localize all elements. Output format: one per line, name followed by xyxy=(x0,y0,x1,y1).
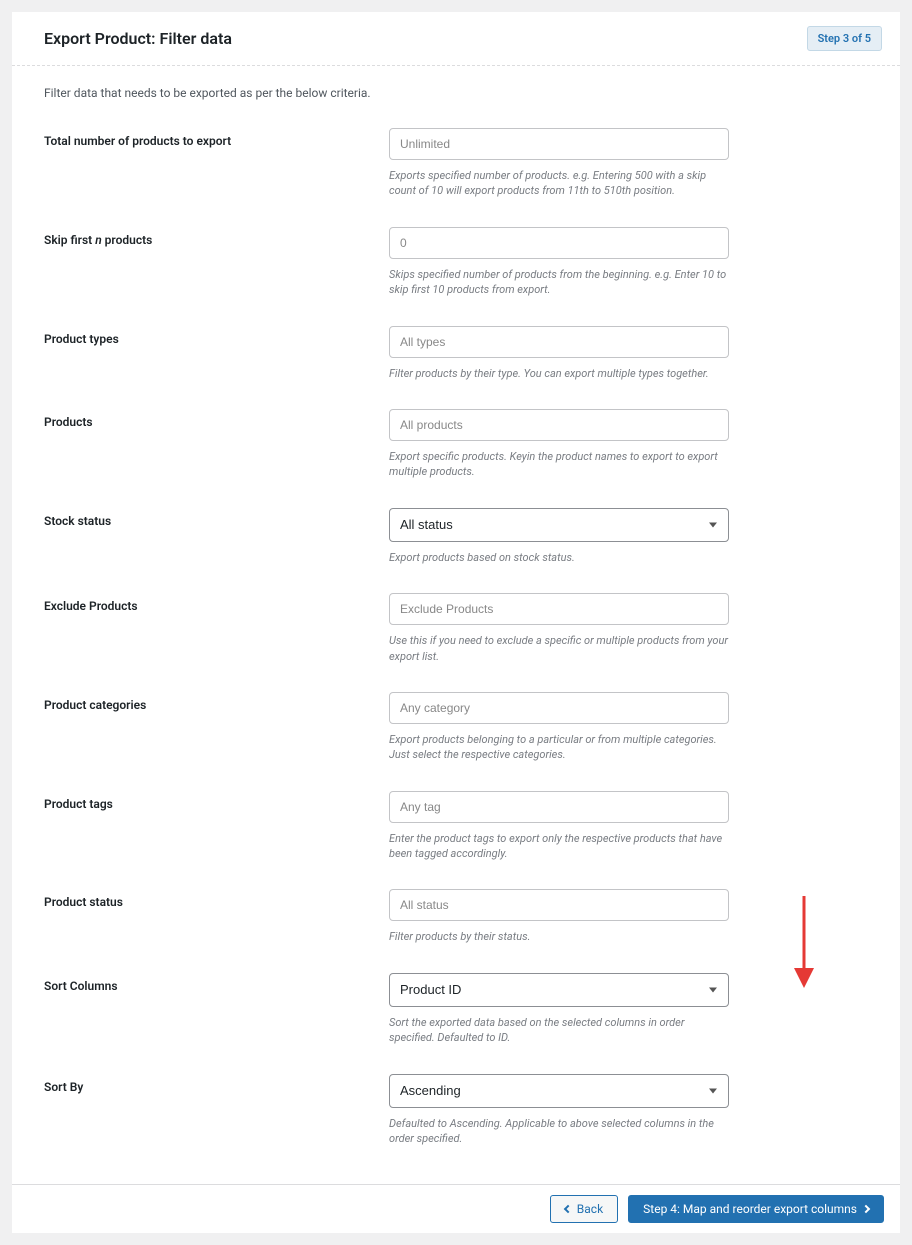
row-status: Product status Filter products by their … xyxy=(44,889,868,944)
help-tags: Enter the product tags to export only th… xyxy=(389,831,729,862)
input-types[interactable] xyxy=(389,326,729,358)
input-total[interactable] xyxy=(389,128,729,160)
row-products: Products Export specific products. Keyin… xyxy=(44,409,868,480)
label-total: Total number of products to export xyxy=(44,128,389,199)
select-stock[interactable]: All status xyxy=(389,508,729,542)
label-types: Product types xyxy=(44,326,389,381)
select-sort-columns[interactable]: Product ID xyxy=(389,973,729,1007)
help-types: Filter products by their type. You can e… xyxy=(389,366,729,381)
input-skip[interactable] xyxy=(389,227,729,259)
help-skip: Skips specified number of products from … xyxy=(389,267,729,298)
input-categories[interactable] xyxy=(389,692,729,724)
label-tags: Product tags xyxy=(44,791,389,862)
label-categories: Product categories xyxy=(44,692,389,763)
help-total: Exports specified number of products. e.… xyxy=(389,168,729,199)
row-skip: Skip first n products Skips specified nu… xyxy=(44,227,868,298)
row-exclude: Exclude Products Use this if you need to… xyxy=(44,593,868,664)
intro-text: Filter data that needs to be exported as… xyxy=(44,86,868,100)
help-exclude: Use this if you need to exclude a specif… xyxy=(389,633,729,664)
help-sort-columns: Sort the exported data based on the sele… xyxy=(389,1015,729,1046)
footer-bar: Back Step 4: Map and reorder export colu… xyxy=(12,1184,900,1233)
label-sort-columns: Sort Columns xyxy=(44,973,389,1046)
next-step-label: Step 4: Map and reorder export columns xyxy=(643,1202,857,1216)
row-tags: Product tags Enter the product tags to e… xyxy=(44,791,868,862)
select-sort-by[interactable]: Ascending xyxy=(389,1074,729,1108)
label-stock: Stock status xyxy=(44,508,389,565)
label-sort-by: Sort By xyxy=(44,1074,389,1147)
panel-header: Export Product: Filter data Step 3 of 5 xyxy=(12,12,900,66)
row-sort-by: Sort By Ascending Defaulted to Ascending… xyxy=(44,1074,868,1147)
chevron-left-icon xyxy=(564,1205,572,1213)
input-tags[interactable] xyxy=(389,791,729,823)
chevron-right-icon xyxy=(862,1205,870,1213)
row-sort-columns: Sort Columns Product ID Sort the exporte… xyxy=(44,973,868,1046)
help-categories: Export products belonging to a particula… xyxy=(389,732,729,763)
step-badge: Step 3 of 5 xyxy=(807,26,882,51)
input-products[interactable] xyxy=(389,409,729,441)
help-status: Filter products by their status. xyxy=(389,929,729,944)
label-exclude: Exclude Products xyxy=(44,593,389,664)
input-exclude[interactable] xyxy=(389,593,729,625)
row-stock: Stock status All status Export products … xyxy=(44,508,868,565)
row-categories: Product categories Export products belon… xyxy=(44,692,868,763)
input-status[interactable] xyxy=(389,889,729,921)
help-stock: Export products based on stock status. xyxy=(389,550,729,565)
row-total: Total number of products to export Expor… xyxy=(44,128,868,199)
label-products: Products xyxy=(44,409,389,480)
next-step-button[interactable]: Step 4: Map and reorder export columns xyxy=(628,1195,884,1223)
row-types: Product types Filter products by their t… xyxy=(44,326,868,381)
page-title: Export Product: Filter data xyxy=(44,29,232,48)
help-sort-by: Defaulted to Ascending. Applicable to ab… xyxy=(389,1116,729,1147)
back-button[interactable]: Back xyxy=(550,1195,618,1223)
label-skip: Skip first n products xyxy=(44,227,389,298)
help-products: Export specific products. Keyin the prod… xyxy=(389,449,729,480)
label-status: Product status xyxy=(44,889,389,944)
main-panel: Export Product: Filter data Step 3 of 5 … xyxy=(12,12,900,1233)
back-button-label: Back xyxy=(577,1202,603,1216)
